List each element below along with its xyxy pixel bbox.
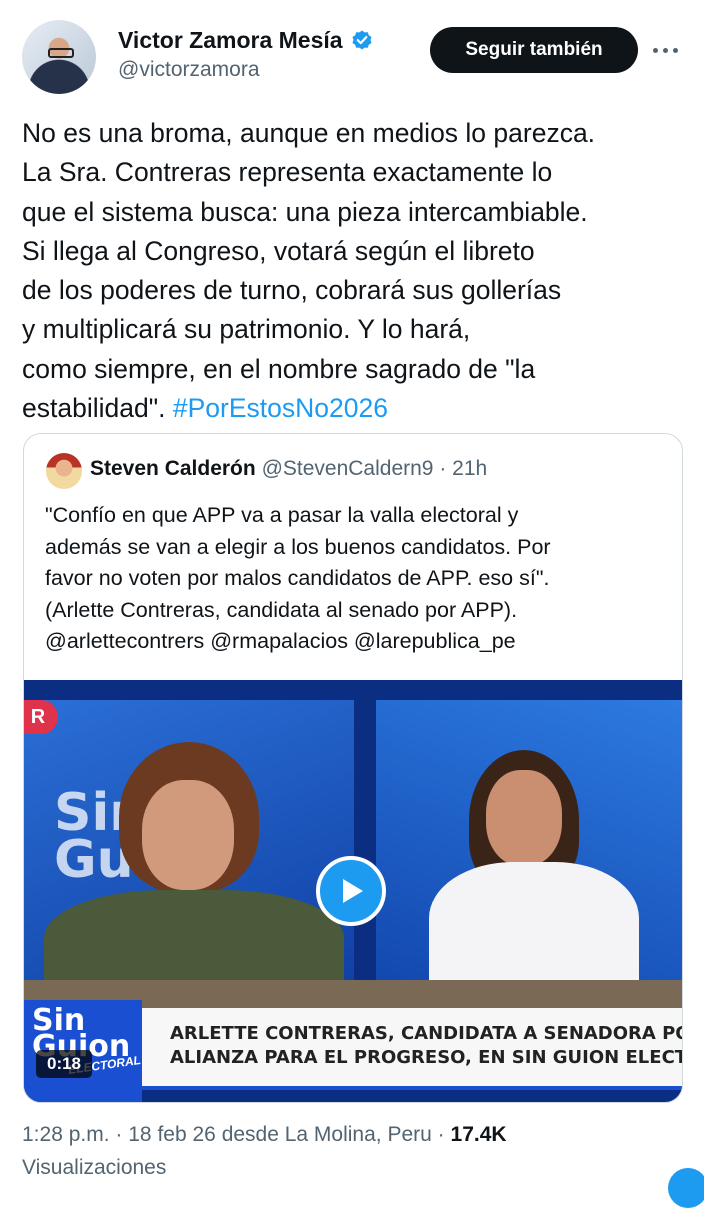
quote-author-meta: Steven Calderón @StevenCaldern9 · 21h xyxy=(90,457,487,481)
tweet-meta-line: 1:28 p.m. · 18 feb 26 desde La Molina, P… xyxy=(22,1118,507,1151)
channel-badge: R xyxy=(24,700,58,734)
tweet-time[interactable]: 1:28 p.m. xyxy=(22,1123,110,1146)
quote-author-handle: @StevenCaldern9 xyxy=(261,457,434,480)
caption-line-1: ARLETTE CONTRERAS, CANDIDATA A SENADORA … xyxy=(170,1023,682,1044)
caption-banner: ARLETTE CONTRERAS, CANDIDATA A SENADORA … xyxy=(142,1008,682,1090)
play-icon[interactable] xyxy=(316,856,386,926)
meta-separator: · xyxy=(437,1123,445,1146)
author-handle[interactable]: @victorzamora xyxy=(118,58,260,82)
quote-line: (Arlette Contreras, candidata al senado … xyxy=(45,597,518,622)
tweet-date[interactable]: 18 feb 26 xyxy=(128,1123,216,1146)
tweet-line: No es una broma, aunque en medios lo par… xyxy=(22,118,596,148)
tweet-location: desde La Molina, Peru xyxy=(221,1123,432,1146)
tweet-last-line: estabilidad". #PorEstosNo2026 xyxy=(22,389,692,428)
quote-line: "Confío en que APP va a pasar la valla e… xyxy=(45,503,519,527)
hashtag-link[interactable]: #PorEstosNo2026 xyxy=(173,393,388,423)
quote-line: favor no voten por malos candidatos de A… xyxy=(45,566,550,590)
tweet-line: de los poderes de turno, cobrará sus gol… xyxy=(22,275,562,306)
author-display-name[interactable]: Victor Zamora Mesía xyxy=(118,27,343,54)
quote-line: además se van a elegir a los buenos cand… xyxy=(45,534,551,559)
quote-text: "Confío en que APP va a pasar la valla e… xyxy=(45,500,675,658)
verified-badge-icon xyxy=(352,30,372,50)
quoted-tweet[interactable]: Steven Calderón @StevenCaldern9 · 21h "C… xyxy=(23,433,683,1103)
video-duration-badge: 0:18 xyxy=(36,1050,92,1078)
avatar-glasses xyxy=(48,48,74,58)
video-lower-third: Sin Guion ELECTORAL ARLETTE CONTRERAS, C… xyxy=(24,1000,682,1102)
tweet-line: como siempre, en el nombre sagrado de "l… xyxy=(22,353,536,384)
compose-icon[interactable] xyxy=(668,1168,704,1208)
quote-separator: · xyxy=(439,457,447,480)
tweet-line: y multiplicará su patrimonio. Y lo hará, xyxy=(22,314,471,345)
quote-time: 21h xyxy=(452,457,488,480)
video-player[interactable]: Sin Guion R Sin Guion ELECTORAL ARLETTE … xyxy=(24,680,682,1102)
tweet-line: Si llega al Congreso, votará según el li… xyxy=(22,235,535,266)
more-options-icon[interactable] xyxy=(650,35,680,65)
caption-line-2: ALIANZA PARA EL PROGRESO, EN SIN GUION E… xyxy=(170,1047,682,1068)
author-name-row: Victor Zamora Mesía xyxy=(118,24,373,56)
tweet-line: que el sistema busca: una pieza intercam… xyxy=(22,196,588,227)
interviewer-face xyxy=(142,780,234,890)
tweet-line: La Sra. Contreras representa exactamente… xyxy=(22,157,553,188)
tweet-meta: 1:28 p.m. · 18 feb 26 desde La Molina, P… xyxy=(22,1118,507,1184)
candidate-face xyxy=(486,770,562,866)
tweet-header: Victor Zamora Mesía @victorzamora Seguir… xyxy=(0,0,704,100)
tweet-line-text: estabilidad". xyxy=(22,393,166,424)
tweet-text: No es una broma, aunque en medios lo par… xyxy=(22,114,692,428)
caption-text: ARLETTE CONTRERAS, CANDIDATA A SENADORA … xyxy=(170,1022,682,1070)
views-count: 17.4K xyxy=(450,1123,507,1146)
follow-button[interactable]: Seguir también xyxy=(430,27,638,73)
meta-separator: · xyxy=(115,1123,123,1146)
quote-line: @arlettecontrers @rmapalacios @larepubli… xyxy=(45,629,516,653)
views-label: Visualizaciones xyxy=(22,1156,167,1179)
quote-author-avatar xyxy=(46,453,82,489)
author-avatar[interactable] xyxy=(22,20,96,94)
quote-author-name: Steven Calderón xyxy=(90,457,256,480)
